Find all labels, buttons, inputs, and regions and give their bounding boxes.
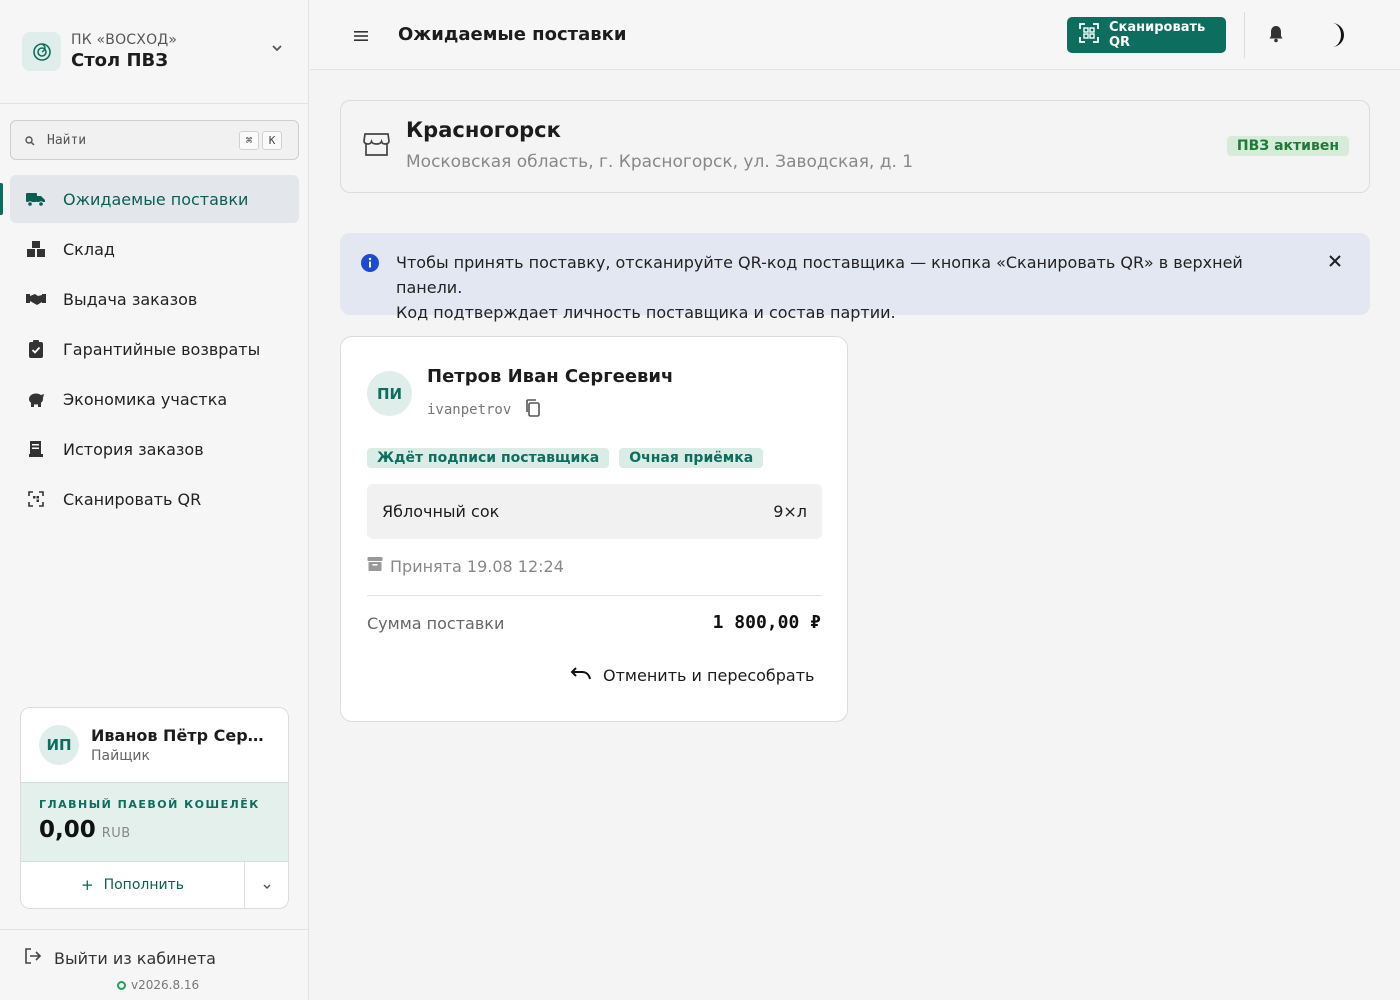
info-line-2: Код подтверждает личность поставщика и с… (396, 303, 896, 322)
plus-icon: + (81, 876, 94, 894)
sidebar-item-order-history[interactable]: История заказов (10, 425, 299, 473)
undo-icon (570, 666, 591, 685)
avatar: ИП (39, 725, 79, 765)
scan-qr-label: Сканировать QR (1109, 20, 1206, 50)
pickup-point-city: Красногорск (406, 118, 561, 142)
search-input[interactable]: Найти ⌘ K (10, 120, 299, 160)
archive-icon (367, 556, 383, 576)
brand-logo-icon (22, 32, 61, 71)
user-name: Иванов Пётр Сергеевич (91, 726, 271, 745)
shortcut-key: K (262, 130, 282, 150)
search-icon (25, 131, 35, 150)
pickup-point-card: Красногорск Московская область, г. Красн… (340, 100, 1370, 193)
logout-icon (24, 948, 42, 968)
version-label: v2026.8.16 (131, 978, 200, 992)
page-title: Ожидаемые поставки (398, 24, 627, 45)
delivery-tags: Ждёт подписи поставщика Очная приёмка (367, 448, 773, 468)
status-badge: Ждёт подписи поставщика (367, 448, 610, 468)
qr-scan-icon (26, 489, 46, 509)
info-message: Чтобы принять поставку, отсканируйте QR-… (396, 250, 1296, 325)
topup-button[interactable]: + Пополнить (21, 862, 245, 908)
avatar: ПИ (367, 371, 412, 416)
accepted-label: Принята 19.08 12:24 (390, 556, 564, 576)
copy-icon[interactable] (525, 399, 541, 421)
info-line-1: Чтобы принять поставку, отсканируйте QR-… (396, 253, 1243, 297)
supplier-login: ivanpetrov (427, 399, 541, 421)
user-role: Пайщик (91, 748, 150, 764)
hamburger-icon (354, 26, 368, 45)
close-icon[interactable] (1328, 253, 1342, 272)
sidebar-item-scan-qr[interactable]: Сканировать QR (10, 475, 299, 523)
clipboard-check-icon (26, 339, 46, 359)
sidebar-item-label: Склад (63, 239, 115, 259)
cancel-rebuild-label: Отменить и пересобрать (603, 665, 815, 685)
store-icon (363, 132, 390, 161)
delivery-card: ПИ Петров Иван Сергеевич ivanpetrov Ждёт… (340, 336, 848, 722)
sidebar-item-expected-deliveries[interactable]: Ожидаемые поставки (0, 175, 299, 223)
truck-icon (26, 189, 46, 209)
qr-scan-icon (1079, 23, 1099, 47)
shortcut-mod-key: ⌘ (239, 130, 259, 150)
info-banner: Чтобы принять поставку, отсканируйте QR-… (340, 233, 1370, 322)
chevron-down-icon[interactable] (270, 40, 284, 59)
sidebar-item-label: История заказов (63, 439, 204, 459)
sidebar-item-economics[interactable]: Экономика участка (10, 375, 299, 423)
wallet-currency: RUB (101, 826, 131, 841)
item-name: Яблочный сок (382, 502, 500, 521)
pickup-point-address: Московская область, г. Красногорск, ул. … (406, 152, 914, 172)
cancel-rebuild-button[interactable]: Отменить и пересобрать (570, 663, 815, 687)
divider (367, 595, 822, 596)
logout-button[interactable]: Выйти из кабинета (0, 929, 309, 968)
sidebar: ПК «ВОСХОД» Стол ПВЗ Найти ⌘ K Ожидаемые… (0, 0, 309, 1000)
sum-label: Сумма поставки (367, 614, 505, 633)
sidebar-item-label: Сканировать QR (63, 489, 202, 509)
wallet-panel: ГЛАВНЫЙ ПАЕВОЙ КОШЕЛЁК 0,00 RUB (21, 782, 288, 862)
brand-switcher[interactable]: ПК «ВОСХОД» Стол ПВЗ (0, 0, 308, 104)
sidebar-item-label: Гарантийные возвраты (63, 339, 261, 359)
sidebar-item-label: Экономика участка (63, 389, 228, 409)
user-profile[interactable]: ИП Иванов Пётр Сергеевич Пайщик (21, 708, 288, 782)
info-icon (360, 253, 380, 277)
sidebar-nav: Ожидаемые поставки Склад Выдача заказов … (0, 175, 309, 525)
brand-org: ПК «ВОСХОД» (71, 32, 178, 48)
sidebar-item-label: Выдача заказов (63, 289, 198, 309)
accepted-info: Принята 19.08 12:24 (367, 556, 564, 576)
sidebar-item-warranty-returns[interactable]: Гарантийные возвраты (10, 325, 299, 373)
boxes-icon (26, 239, 46, 259)
topup-label: Пополнить (103, 877, 184, 893)
sum-value: 1 800,00 ₽ (712, 612, 821, 633)
supplier-login-text: ivanpetrov (427, 402, 512, 418)
sidebar-item-label: Ожидаемые поставки (63, 189, 249, 209)
bell-icon[interactable] (1269, 25, 1283, 47)
logout-label: Выйти из кабинета (54, 948, 216, 968)
chevron-down-icon (262, 876, 272, 895)
sidebar-item-warehouse[interactable]: Склад (10, 225, 299, 273)
handshake-icon (26, 289, 46, 309)
top-bar: Ожидаемые поставки Сканировать QR (310, 0, 1400, 70)
list-item: Яблочный сок 9×л (367, 484, 822, 539)
item-quantity: 9×л (773, 502, 807, 521)
search-placeholder: Найти (47, 132, 87, 148)
sidebar-item-order-pickup[interactable]: Выдача заказов (10, 275, 299, 323)
status-badge: ПВЗ активен (1226, 136, 1349, 156)
divider (1244, 12, 1245, 58)
status-badge: Очная приёмка (619, 448, 764, 468)
piggy-bank-icon (26, 389, 46, 409)
brand-name: Стол ПВЗ (71, 50, 169, 71)
wallet-title: ГЛАВНЫЙ ПАЕВОЙ КОШЕЛЁК (39, 798, 260, 811)
menu-button[interactable] (350, 24, 372, 46)
wallet-menu-button[interactable] (245, 862, 288, 908)
scan-qr-button[interactable]: Сканировать QR (1067, 17, 1226, 53)
user-card: ИП Иванов Пётр Сергеевич Пайщик ГЛАВНЫЙ … (20, 707, 289, 909)
moon-icon[interactable] (1326, 22, 1350, 52)
receipt-icon (26, 439, 46, 459)
status-dot-icon (117, 980, 126, 990)
wallet-balance: 0,00 (39, 817, 96, 843)
supplier-name: Петров Иван Сергеевич (427, 366, 674, 387)
app-version: v2026.8.16 (117, 978, 199, 992)
